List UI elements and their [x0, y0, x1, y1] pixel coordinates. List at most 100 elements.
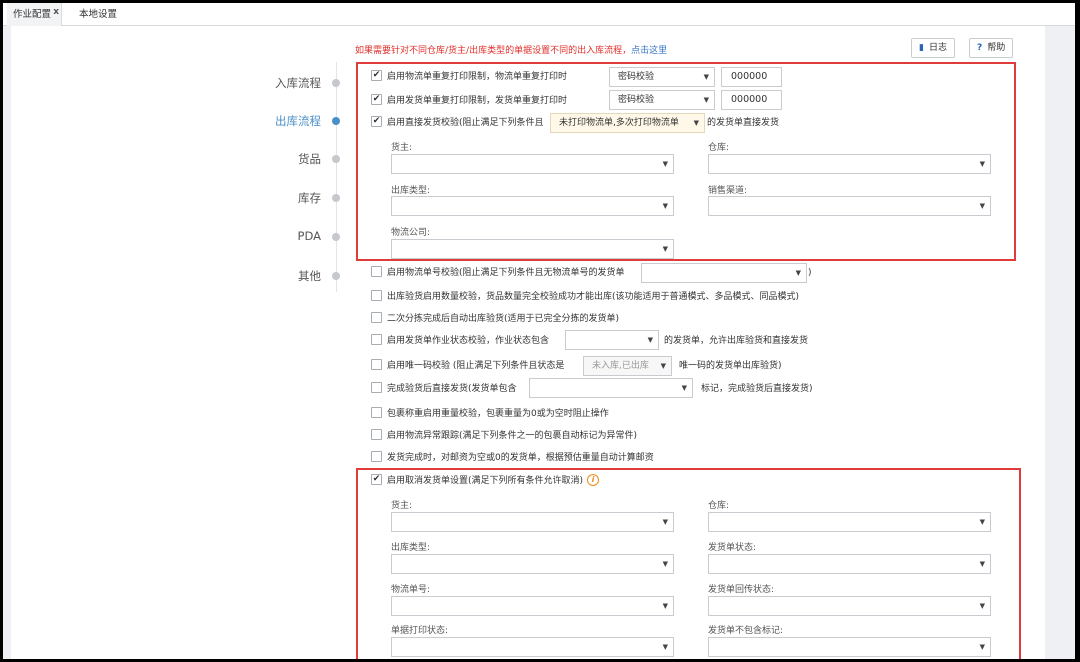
nav-dot [332, 233, 340, 241]
print-limit-logistics-password[interactable]: 000000 [721, 67, 782, 87]
checkbox[interactable] [371, 407, 382, 418]
checkbox[interactable] [371, 382, 382, 393]
cancel-return-status-label: 发货单回传状态: [708, 585, 775, 595]
nav-item-goods[interactable]: 货品 [298, 151, 321, 167]
select-value: 密码校验 [618, 95, 655, 105]
checkbox[interactable] [371, 290, 382, 301]
checkbox[interactable] [371, 359, 382, 370]
nav-item-pda[interactable]: PDA [298, 229, 321, 243]
option-direct-ship-after-verify: 完成验货后直接发货(发货单包含 [371, 381, 517, 397]
checkbox[interactable] [371, 334, 382, 345]
channel-select[interactable]: ▼ [708, 196, 991, 216]
print-limit-logistics-select[interactable]: 密码校验 ▼ [609, 67, 715, 87]
nav-item-other[interactable]: 其他 [298, 268, 321, 284]
owner-select[interactable]: ▼ [391, 154, 674, 174]
chevron-down-icon: ▼ [979, 602, 985, 610]
app-frame: 作业配置 x 本地设置 入库流程 出库流程 货品 库存 PDA 其他 如果需要针… [3, 3, 1075, 659]
notice-link[interactable]: 点击这里 [631, 46, 667, 56]
direct-ship-check-row: ✔ 启用直接发货校验(阻止满足下列条件且 [371, 115, 544, 131]
chevron-down-icon: ▼ [979, 160, 985, 168]
chevron-down-icon: ▼ [662, 643, 668, 651]
checkbox[interactable] [371, 451, 382, 462]
cancel-print-status-select[interactable]: ▼ [391, 637, 674, 657]
cancel-tracking-no-select[interactable]: ▼ [391, 596, 674, 616]
option-label-post: ) [808, 268, 812, 278]
info-icon[interactable]: i [587, 473, 600, 486]
print-limit-shipment-password[interactable]: 000000 [721, 90, 782, 110]
direct-ship-label-pre: 启用直接发货校验(阻止满足下列条件且 [387, 118, 544, 128]
chevron-down-icon: ▼ [681, 384, 687, 392]
help-button[interactable]: ? 帮助 [969, 38, 1014, 58]
checkbox-checked[interactable]: ✔ [371, 94, 382, 105]
out-type-select[interactable]: ▼ [391, 196, 674, 216]
chevron-down-icon: ▼ [662, 202, 668, 210]
tab-local-settings[interactable]: 本地设置 [73, 3, 123, 26]
option-label: 包裹称重启用重量校验，包裹重量为0或为空时阻止操作 [387, 409, 609, 419]
cancel-warehouse-select[interactable]: ▼ [708, 512, 991, 532]
notice-text: 如果需要针对不同仓库/货主/出库类型的单据设置不同的出入库流程，点击这里 [355, 43, 667, 56]
tracking-no-condition-select[interactable]: ▼ [641, 263, 807, 283]
nav-label: 货品 [298, 152, 321, 166]
direct-ship-condition-select[interactable]: 未打印物流单,多次打印物流单 ▼ [550, 113, 705, 133]
ship-tag-select[interactable]: ▼ [529, 378, 693, 398]
side-nav: 入库流程 出库流程 货品 库存 PDA 其他 [11, 26, 341, 659]
condition-value: 未打印物流单,多次打印物流单 [559, 118, 679, 128]
option-label-post: 的发货单，允许出库验货和直接发货 [664, 336, 809, 346]
checkbox[interactable] [371, 429, 382, 440]
print-limit-shipment-select[interactable]: 密码校验 ▼ [609, 90, 715, 110]
nav-item-inbound[interactable]: 入库流程 [275, 75, 321, 91]
close-icon[interactable]: x [53, 3, 59, 24]
cancel-out-type-select[interactable]: ▼ [391, 554, 674, 574]
nav-item-stock[interactable]: 库存 [298, 190, 321, 206]
chevron-down-icon: ▼ [660, 362, 666, 370]
channel-label: 销售渠道: [708, 186, 748, 196]
chevron-down-icon: ▼ [662, 245, 668, 253]
select-value: 未入库,已出库 [592, 361, 649, 371]
chevron-down-icon: ▼ [795, 269, 801, 277]
cancel-setting-row: ✔ 启用取消发货单设置(满足下列所有条件允许取消) i [371, 473, 600, 489]
chevron-down-icon: ▼ [662, 560, 668, 568]
nav-dot [332, 79, 340, 87]
chevron-down-icon: ▼ [979, 202, 985, 210]
logistics-label: 物流公司: [391, 228, 431, 238]
chevron-down-icon: ▼ [662, 518, 668, 526]
chevron-down-icon: ▼ [979, 643, 985, 651]
nav-label: 出库流程 [275, 114, 321, 128]
tab-job-config[interactable]: 作业配置 x [7, 3, 63, 26]
cancel-ship-status-select[interactable]: ▼ [708, 554, 991, 574]
log-button[interactable]: ▮ 日志 [911, 38, 955, 58]
nav-label: 入库流程 [275, 76, 321, 90]
print-limit-logistics-row: ✔ 启用物流单重复打印限制，物流单重复打印时 [371, 69, 567, 85]
checkbox-checked[interactable]: ✔ [371, 474, 382, 485]
checkbox-checked[interactable]: ✔ [371, 70, 382, 81]
cancel-owner-select[interactable]: ▼ [391, 512, 674, 532]
chevron-down-icon: ▼ [703, 73, 709, 81]
cancel-warehouse-label: 仓库: [708, 501, 730, 511]
option-auto-verify: 二次分拣完成后自动出库验货(适用于已完全分拣的发货单) [371, 311, 619, 327]
checkbox-checked[interactable]: ✔ [371, 116, 382, 127]
status-select[interactable]: ▼ [565, 330, 659, 350]
option-status-check: 启用发货单作业状态校验，作业状态包含 [371, 333, 549, 349]
checkbox[interactable] [371, 312, 382, 323]
tab-job-config-label: 作业配置 [13, 9, 52, 20]
option-label: 二次分拣完成后自动出库验货(适用于已完全分拣的发货单) [387, 314, 620, 324]
help-label: 帮助 [987, 43, 1006, 53]
print-limit-shipment-label: 启用发货单重复打印限制，发货单重复打印时 [387, 96, 568, 106]
logistics-select[interactable]: ▼ [391, 239, 674, 259]
option-label: 启用物流异常跟踪(满足下列条件之一的包裹自动标记为异常件) [387, 431, 638, 441]
option-label-post: 标记，完成验货后直接发货) [701, 384, 813, 394]
chevron-down-icon: ▼ [662, 160, 668, 168]
option-label: 启用发货单作业状态校验，作业状态包含 [387, 336, 550, 346]
chevron-down-icon: ▼ [703, 96, 709, 104]
nav-item-outbound[interactable]: 出库流程 [275, 113, 321, 129]
unique-code-status-select[interactable]: 未入库,已出库 ▼ [583, 356, 672, 376]
warehouse-select[interactable]: ▼ [708, 154, 991, 174]
cancel-return-status-select[interactable]: ▼ [708, 596, 991, 616]
cancel-exclude-tags-select[interactable]: ▼ [708, 637, 991, 657]
log-label: 日志 [928, 43, 947, 53]
cancel-print-status-label: 单据打印状态: [391, 626, 449, 636]
select-value: 密码校验 [618, 72, 655, 82]
chevron-down-icon: ▼ [693, 119, 699, 127]
checkbox[interactable] [371, 266, 382, 277]
option-label: 启用物流单号校验(阻止满足下列条件且无物流单号的发货单 [387, 268, 625, 278]
